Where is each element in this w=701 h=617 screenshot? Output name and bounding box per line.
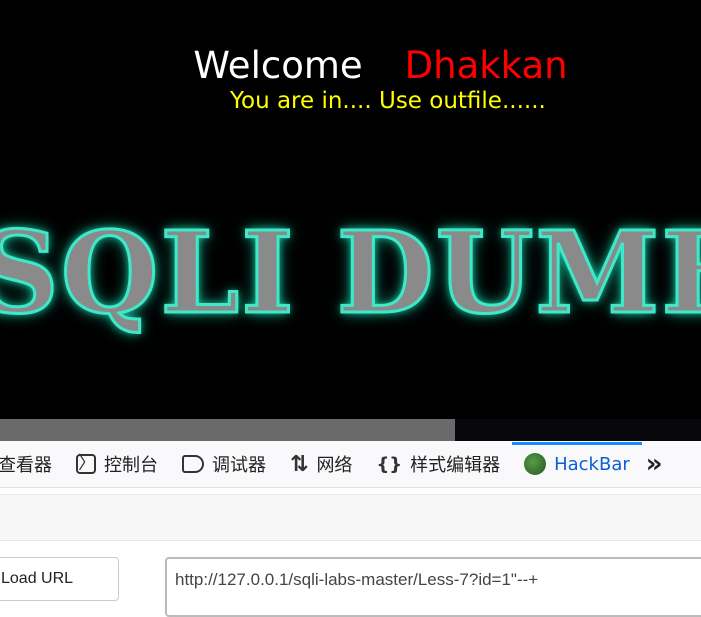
console-icon: 〉 — [76, 453, 96, 474]
tab-label: 控制台 — [104, 455, 158, 476]
network-icon: ⇅ — [290, 451, 309, 477]
user-name: Dhakkan — [404, 44, 568, 87]
url-input[interactable]: http://127.0.0.1/sqli-labs-master/Less-7… — [165, 557, 701, 617]
load-url-button[interactable]: Load URL — [0, 557, 119, 601]
tab-label: 网络 — [316, 455, 353, 476]
devtools-tabbar: 查看器 〉控制台 调试器 ⇅ 网络 {} 样式编辑器 HackBar » — [0, 441, 701, 488]
welcome-text: Welcome — [193, 44, 363, 87]
tab-label: 样式编辑器 — [410, 455, 501, 476]
tab-label: HackBar — [554, 453, 630, 475]
sqli-dumb-logo: SQLI DUMB — [0, 207, 701, 341]
scrollbar-thumb[interactable] — [0, 419, 455, 441]
web-page: Welcome Dhakkan You are in.... Use outfil… — [0, 0, 701, 441]
result-message: You are in.... Use outfile...... — [230, 88, 546, 114]
welcome-line: Welcome Dhakkan — [0, 44, 701, 87]
tab-debugger[interactable]: 调试器 — [170, 441, 278, 487]
tab-label: 调试器 — [212, 455, 266, 476]
tab-style-editor[interactable]: {} 样式编辑器 — [364, 441, 512, 487]
hackbar-toolbar — [0, 494, 701, 541]
horizontal-scrollbar[interactable] — [0, 419, 701, 441]
hackbar-icon — [524, 453, 547, 475]
tab-inspector[interactable]: 查看器 — [0, 441, 64, 487]
style-editor-icon: {} — [376, 453, 403, 475]
tab-hackbar[interactable]: HackBar — [512, 441, 642, 487]
more-tabs-button[interactable]: » — [642, 441, 675, 487]
debugger-icon — [182, 455, 204, 473]
tab-network[interactable]: ⇅ 网络 — [278, 441, 364, 487]
tab-label: 查看器 — [0, 455, 52, 476]
tab-console[interactable]: 〉控制台 — [64, 441, 170, 487]
